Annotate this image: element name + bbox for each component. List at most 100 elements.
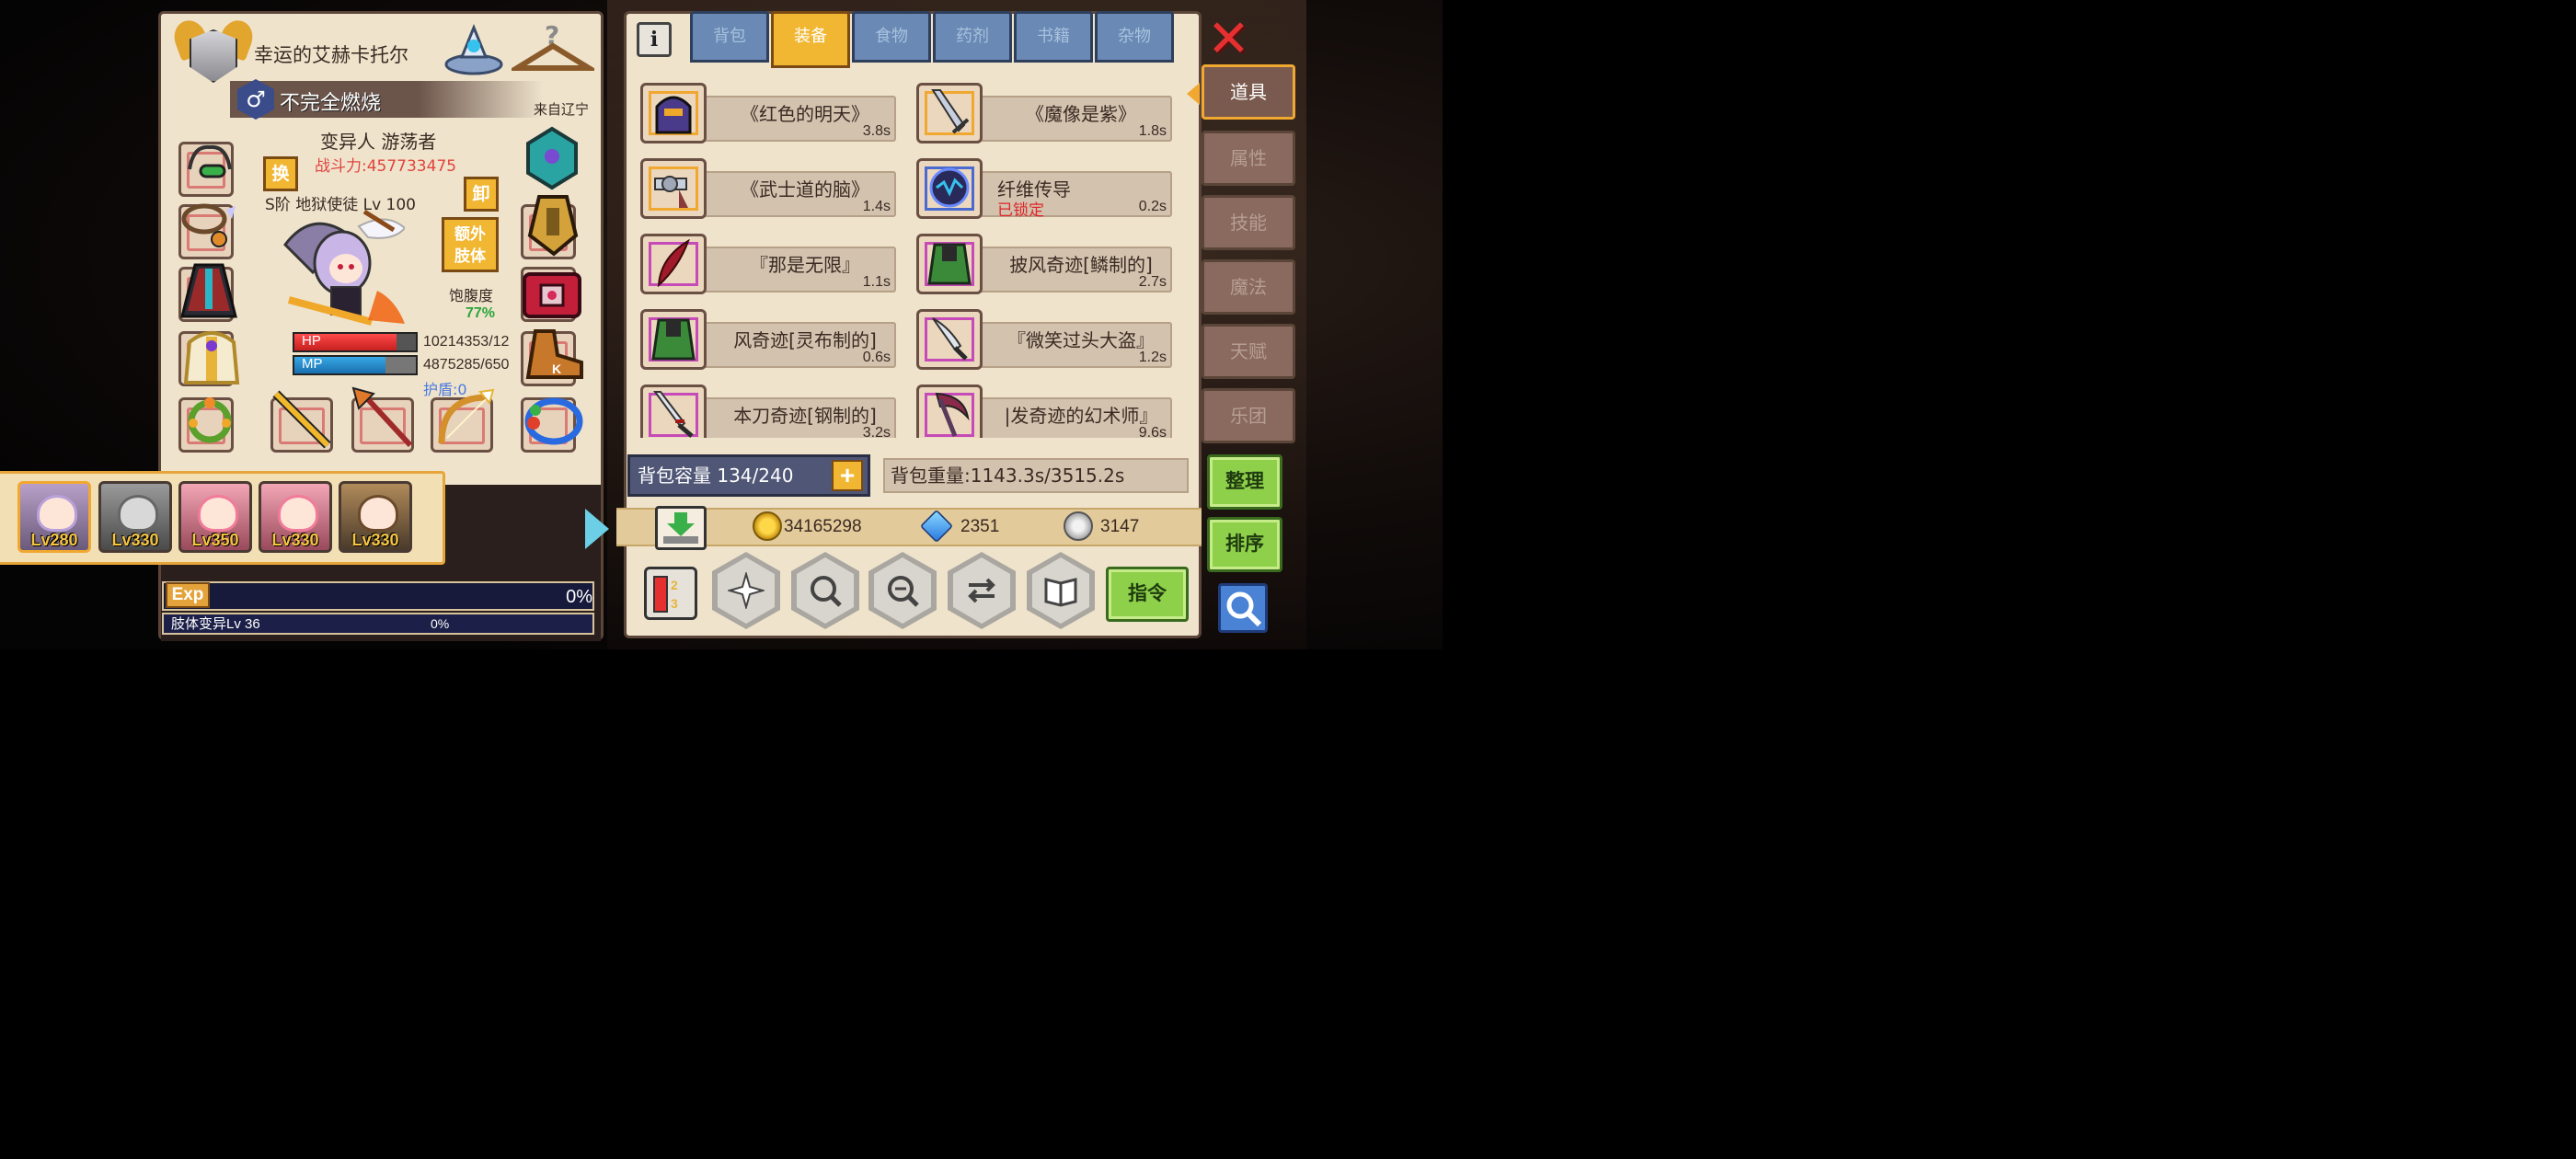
staff-icon bbox=[272, 390, 331, 449]
list-item[interactable]: 《武士道的脑》 1.4s bbox=[631, 151, 898, 221]
gold-amount: 34165298 bbox=[784, 517, 862, 536]
hero-portrait bbox=[358, 495, 398, 532]
list-item[interactable]: 披风奇迹[鳞制的] 2.7s bbox=[907, 226, 1174, 296]
list-item[interactable]: 本刀奇迹[钢制的] 3.2s bbox=[631, 377, 898, 438]
roster-hero[interactable]: Lv330 bbox=[98, 481, 172, 553]
belt-icon bbox=[523, 272, 581, 318]
armor-icon bbox=[183, 331, 240, 384]
hero-portrait bbox=[278, 495, 318, 532]
order-toggle-button[interactable]: 23 bbox=[644, 567, 697, 620]
item-name: 披风奇迹[鳞制的] bbox=[1009, 254, 1153, 276]
search-icon bbox=[1226, 591, 1262, 627]
fiber-core-icon bbox=[929, 167, 970, 208]
item-weight: 1.4s bbox=[862, 199, 891, 214]
title-banner bbox=[230, 81, 543, 118]
unequip-button[interactable]: 卸 bbox=[464, 177, 499, 212]
swap-button[interactable]: 换 bbox=[263, 156, 298, 191]
hp-label: HP bbox=[302, 333, 321, 349]
item-name: 《红色的明天》 bbox=[741, 103, 869, 125]
crest-emblem-icon[interactable] bbox=[523, 125, 581, 191]
roster-next-arrow-icon[interactable] bbox=[585, 509, 609, 549]
sort-button[interactable]: 排序 bbox=[1207, 517, 1282, 572]
party-roster: Lv280 Lv330 Lv350 Lv330 Lv330 bbox=[0, 471, 445, 565]
ring-icon bbox=[188, 397, 232, 443]
item-name: 本刀奇迹[钢制的] bbox=[733, 405, 877, 427]
item-name: 风奇迹[灵布制的] bbox=[733, 329, 877, 351]
svg-text:K: K bbox=[552, 361, 561, 376]
ranking-123-icon: 23 bbox=[653, 576, 678, 613]
hero-portrait bbox=[118, 495, 158, 532]
tab-potion[interactable]: 药剂 bbox=[933, 11, 1012, 63]
organize-button[interactable]: 整理 bbox=[1207, 454, 1282, 510]
list-item[interactable]: 『微笑过头大盗』 1.2s bbox=[907, 302, 1174, 372]
roster-hero[interactable]: Lv280 bbox=[17, 481, 91, 553]
tab-books[interactable]: 书籍 bbox=[1014, 11, 1093, 63]
roster-hero[interactable]: Lv350 bbox=[178, 481, 252, 553]
roster-hero[interactable]: Lv330 bbox=[259, 481, 332, 553]
item-weight: 1.1s bbox=[862, 274, 891, 290]
svg-text:3: 3 bbox=[671, 596, 678, 611]
knife-icon bbox=[932, 317, 968, 361]
zoom-icon bbox=[888, 576, 919, 607]
svg-text:2: 2 bbox=[671, 578, 678, 592]
extra-limb-label: 额外 肢体 bbox=[454, 225, 486, 266]
search-button[interactable] bbox=[1218, 583, 1268, 633]
hero-portrait bbox=[198, 495, 238, 532]
mp-label: MP bbox=[302, 356, 323, 372]
list-item[interactable]: 纤维传导 已锁定 0.2s bbox=[907, 151, 1174, 221]
boots-icon: K bbox=[525, 329, 583, 379]
necklace-icon bbox=[181, 203, 236, 247]
side-tab-skills[interactable]: 技能 bbox=[1202, 195, 1295, 250]
store-item-button[interactable] bbox=[655, 506, 707, 550]
tab-misc[interactable]: 杂物 bbox=[1095, 11, 1174, 63]
list-item[interactable]: 《魔像是紫》 1.8s bbox=[907, 75, 1174, 145]
list-item[interactable]: 《红色的明天》 3.8s bbox=[631, 75, 898, 145]
tab-equipment[interactable]: 装备 bbox=[771, 11, 850, 68]
list-item[interactable]: 风奇迹[灵布制的] 0.6s bbox=[631, 302, 898, 372]
cape-icon bbox=[651, 318, 696, 361]
helmet-icon bbox=[655, 96, 692, 134]
hanger-help-icon[interactable]: ? bbox=[512, 20, 594, 77]
sword-icon bbox=[931, 89, 970, 134]
goggles-icon bbox=[188, 144, 232, 178]
bag-weight: 背包重量:1143.3s/3515.2s bbox=[883, 458, 1189, 493]
side-tab-attributes[interactable]: 属性 bbox=[1202, 131, 1295, 186]
race-class-label: 变异人 游荡者 bbox=[320, 131, 437, 153]
item-weight: 0.6s bbox=[862, 350, 891, 365]
tab-food[interactable]: 食物 bbox=[852, 11, 931, 63]
item-list: 《红色的明天》 3.8s 《魔像是紫》 1.8s 《武士道的脑》 1.4s 纤维传导 … bbox=[631, 68, 1190, 438]
side-tab-magic[interactable]: 魔法 bbox=[1202, 259, 1295, 315]
download-arrow-icon bbox=[663, 512, 698, 544]
extra-limb-button[interactable]: 额外 肢体 bbox=[442, 217, 499, 272]
crimson-blade-icon bbox=[657, 239, 690, 287]
origin-label: 来自辽宁 bbox=[534, 101, 590, 118]
hero-portrait bbox=[37, 495, 77, 532]
hunger-value: 77% bbox=[466, 305, 496, 321]
combat-power: 战斗力:457733475 bbox=[315, 157, 457, 176]
item-weight: 9.6s bbox=[1138, 425, 1167, 438]
item-weight: 2.7s bbox=[1138, 274, 1167, 290]
item-locked-label: 已锁定 bbox=[997, 201, 1044, 220]
mp-value: 4875285/650 bbox=[423, 357, 510, 373]
bow-icon bbox=[438, 388, 495, 444]
side-tab-band[interactable]: 乐团 bbox=[1202, 388, 1295, 443]
roster-hero[interactable]: Lv330 bbox=[339, 481, 412, 553]
hero-level: Lv280 bbox=[30, 531, 78, 549]
cloak-icon bbox=[180, 263, 237, 318]
tab-backpack[interactable]: 背包 bbox=[690, 11, 769, 63]
list-item[interactable]: |发奇迹的幻术师』 9.6s bbox=[907, 377, 1174, 438]
item-name: 《武士道的脑》 bbox=[741, 178, 869, 201]
book-icon bbox=[1044, 578, 1077, 607]
list-item[interactable]: 『那是无限』 1.1s bbox=[631, 226, 898, 296]
character-sprite bbox=[283, 209, 405, 326]
silver-amount: 3147 bbox=[1100, 517, 1140, 536]
side-tab-talent[interactable]: 天赋 bbox=[1202, 324, 1295, 379]
crystal-altar-icon[interactable] bbox=[443, 20, 504, 77]
expand-capacity-button[interactable]: + bbox=[832, 460, 863, 491]
side-tab-items[interactable]: 道具 bbox=[1202, 64, 1295, 120]
info-button[interactable]: i bbox=[637, 22, 672, 57]
item-weight: 3.8s bbox=[862, 123, 891, 139]
close-icon[interactable]: ✕ bbox=[1207, 14, 1250, 65]
command-button[interactable]: 指令 bbox=[1106, 567, 1189, 622]
exp-percent: 0% bbox=[566, 587, 592, 607]
